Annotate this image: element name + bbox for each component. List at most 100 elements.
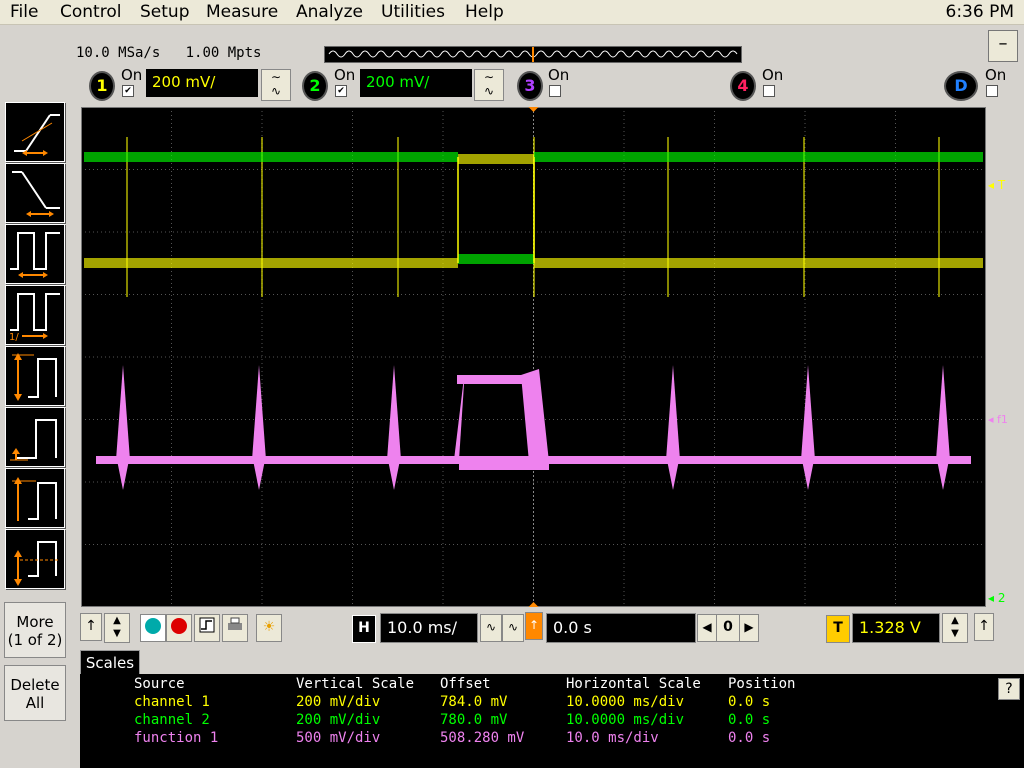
amplitude-button[interactable] [5, 407, 65, 467]
position-zero-button[interactable]: 0 [716, 614, 740, 642]
horizontal-scale-field[interactable]: 10.0 ms/ [380, 613, 478, 643]
trigger-label: T [826, 615, 850, 643]
channel-2-checkbox[interactable]: ✔ [335, 85, 347, 97]
func1-spike [937, 460, 949, 490]
svg-text:1/: 1/ [9, 332, 19, 343]
trigger-level-spinner[interactable]: ▲ ▼ [942, 613, 968, 643]
channel-1-coupling-button[interactable]: ∼ ∿ [261, 69, 291, 101]
clock: 6:36 PM [945, 2, 1015, 22]
channel-1-checkbox[interactable]: ✔ [122, 85, 134, 97]
right-marker-column: ◂ T ◂ f1 ◂ 2 [986, 107, 1024, 607]
tab-scales[interactable]: Scales [80, 650, 140, 675]
peak-to-peak-button[interactable] [5, 346, 65, 406]
header-horizontal-scale: Horizontal Scale [566, 676, 701, 692]
trigger-up-button[interactable]: ↑ [974, 613, 994, 641]
menu-control[interactable]: Control [60, 2, 121, 22]
trigger-time-marker [528, 602, 539, 607]
trigger-position-icon[interactable]: ↑ [525, 612, 543, 640]
channel-4-checkbox[interactable] [763, 85, 775, 97]
dc-coupling-icon: ∿ [483, 84, 495, 98]
print-button[interactable] [222, 614, 248, 642]
digital-channels-badge[interactable]: D [944, 71, 978, 101]
horizontal-fine-button[interactable]: ∿ [480, 614, 502, 642]
menu-utilities[interactable]: Utilities [381, 2, 445, 22]
ac-coupling-icon: ∼ [270, 70, 282, 84]
row-ch2-vscale: 200 mV/div [296, 712, 381, 728]
menu-measure[interactable]: Measure [206, 2, 278, 22]
channel-3-on-label: On [548, 66, 570, 84]
menu-analyze[interactable]: Analyze [296, 2, 363, 22]
fall-time-button[interactable] [5, 163, 65, 223]
more-page-label: (1 of 2) [7, 631, 63, 649]
more-measurements-button[interactable]: More (1 of 2) [4, 602, 66, 658]
minimize-button[interactable]: – [988, 30, 1018, 62]
frequency-icon: 1/ [9, 293, 60, 343]
rise-time-icon [14, 114, 60, 156]
func1-pulse-base [459, 456, 549, 470]
single-button[interactable] [194, 614, 220, 642]
channel-2-scale[interactable]: 200 mV/ [360, 69, 472, 97]
row-ch2-offset: 780.0 mV [440, 712, 508, 728]
func1-spike [252, 365, 266, 460]
run-button[interactable] [140, 614, 166, 642]
func1-fall [521, 369, 549, 462]
display-brightness-button[interactable]: ☀ [256, 614, 282, 642]
horizontal-coarse-button[interactable]: ∿ [502, 614, 524, 642]
run-circle-icon [145, 618, 161, 634]
rise-time-button[interactable] [5, 102, 65, 162]
sample-rate: 10.0 MSa/s [76, 45, 161, 61]
channel-1-on-label: On [121, 66, 143, 84]
period-button[interactable] [5, 224, 65, 284]
position-right-button[interactable]: ▶ [739, 614, 759, 642]
row-ch1-position: 0.0 s [728, 694, 771, 710]
period-icon [10, 232, 60, 278]
dc-coupling-icon: ∿ [270, 84, 282, 98]
row-ch1-offset: 784.0 mV [440, 694, 508, 710]
func1-spike [117, 460, 129, 490]
delete-label: Delete [10, 676, 60, 694]
header-offset: Offset [440, 676, 491, 692]
sun-icon: ☀ [262, 619, 276, 635]
waveform-graticule [81, 107, 986, 607]
row-ch1-vscale: 200 mV/div [296, 694, 381, 710]
digital-checkbox[interactable] [986, 85, 998, 97]
channel-3-badge[interactable]: 3 [517, 71, 543, 101]
channel-1-badge[interactable]: 1 [89, 71, 115, 101]
channel-2-coupling-button[interactable]: ∼ ∿ [474, 69, 504, 101]
trigger-level-field[interactable]: 1.328 V [852, 613, 940, 643]
top-base-button[interactable] [5, 468, 65, 528]
func1-spike [388, 460, 400, 490]
function-1-marker: ◂ f1 [988, 413, 1008, 426]
menu-setup[interactable]: Setup [140, 2, 189, 22]
top-base-icon [12, 477, 57, 521]
all-label: All [25, 694, 45, 712]
marker-up-button[interactable]: ↑ [80, 613, 102, 641]
frequency-button[interactable]: 1/ [5, 285, 65, 345]
average-button[interactable] [5, 529, 65, 589]
row-ch1-hscale: 10.0000 ms/div [566, 694, 685, 710]
waveform-display[interactable] [81, 107, 986, 607]
menu-help[interactable]: Help [465, 2, 504, 22]
channel-2-ground-marker: ◂ 2 [988, 591, 1006, 605]
position-left-button[interactable]: ◀ [697, 614, 717, 642]
menu-bar: File Control Setup Measure Analyze Utili… [0, 0, 1024, 25]
digital-on-label: On [985, 66, 1007, 84]
printer-icon [228, 617, 242, 630]
channel-2-badge[interactable]: 2 [302, 71, 328, 101]
delete-all-button[interactable]: Delete All [4, 665, 66, 721]
help-button[interactable]: ? [998, 678, 1020, 700]
menu-file[interactable]: File [10, 2, 38, 22]
func1-spike [802, 460, 814, 490]
header-source: Source [134, 676, 185, 692]
channel-1-scale[interactable]: 200 mV/ [146, 69, 258, 97]
channel-4-badge[interactable]: 4 [730, 71, 756, 101]
row-func1-position: 0.0 s [728, 730, 771, 746]
memory-timeline-bar[interactable] [324, 46, 742, 63]
channel-3-checkbox[interactable] [549, 85, 561, 97]
scales-panel: Source Vertical Scale Offset Horizontal … [80, 674, 1024, 768]
func1-spike [387, 365, 401, 460]
scroll-updown-button[interactable]: ▲ ▼ [104, 613, 130, 643]
stop-button[interactable] [166, 614, 192, 642]
horizontal-position-field[interactable]: 0.0 s [546, 613, 696, 643]
func1-rise [454, 377, 464, 460]
